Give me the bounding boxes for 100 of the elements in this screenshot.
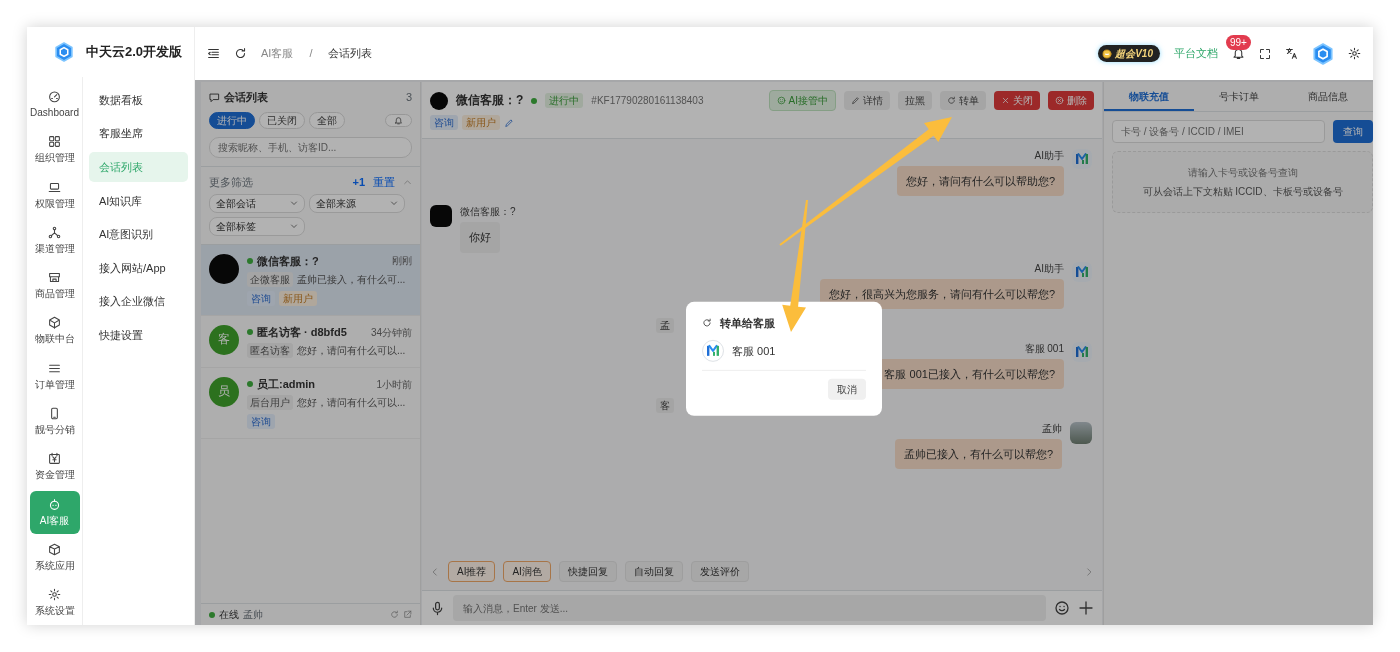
emoji-icon[interactable] (1054, 600, 1070, 616)
microphone-icon[interactable] (430, 600, 445, 616)
rail-item[interactable]: 商品管理 (29, 264, 80, 308)
filter-label: 更多筛选 (209, 175, 253, 190)
sender-name: AI助手 (1034, 149, 1064, 162)
conversation-item[interactable]: 微信客服：? 刚刚 企微客服 孟帅已接入，有什么可... 咨询 新用户 (201, 244, 420, 316)
message-bubble: 您好，请问有什么可以帮助您? (896, 166, 1064, 197)
logo-icon (705, 342, 721, 359)
quick-reply-chip[interactable]: 快捷回复 (558, 561, 617, 582)
chevron-icon (290, 199, 298, 208)
laptop-icon (48, 180, 61, 194)
rail-item[interactable]: 系统设置 (29, 581, 80, 625)
message-input[interactable]: 输入消息，Enter 发送... (453, 595, 1046, 621)
network-icon (48, 225, 61, 239)
quick-reply-chip[interactable]: AI润色 (503, 561, 551, 582)
rail-item[interactable]: 权限管理 (29, 173, 80, 217)
agent-option[interactable]: 客服 001 (702, 329, 866, 371)
toolbar-button[interactable]: 转单 (940, 91, 986, 110)
filter-count: +1 (352, 175, 365, 190)
quick-reply-chip[interactable]: AI推荐 (448, 561, 496, 582)
sender-name: 孟帅 (1042, 422, 1062, 436)
avatar: 客 (209, 324, 239, 355)
photo-placeholder (1070, 422, 1092, 445)
timestamp: 1小时前 (376, 377, 412, 391)
message-bubble: 孟帅已接入，有什么可以帮您? (894, 439, 1062, 470)
toolbar-button[interactable]: 关闭 (994, 91, 1040, 110)
tab[interactable]: 商品信息 (1283, 82, 1373, 111)
bell-icon (394, 116, 403, 126)
submenu-item[interactable]: 数据看板 (89, 85, 188, 115)
phone-icon (48, 407, 61, 421)
menu-icon[interactable] (207, 47, 220, 60)
search-field[interactable]: 搜索昵称、手机、访客ID... (209, 137, 412, 159)
plus-icon[interactable] (1078, 600, 1094, 616)
close-icon (1055, 96, 1064, 105)
store-icon (48, 271, 61, 285)
tab[interactable]: 号卡订单 (1193, 82, 1284, 111)
rail-item[interactable]: 系统应用 (29, 535, 80, 579)
chevron-icon (290, 222, 298, 231)
notification-count: 99+ (1226, 35, 1251, 50)
tag: 咨询 (430, 115, 458, 130)
submenu-item[interactable]: 快捷设置 (89, 320, 188, 351)
logo-icon[interactable] (1312, 42, 1334, 65)
conversation-item[interactable]: 员 员工:admin 1小时前 后台用户 您好，请问有什么可以... 咨询 (201, 368, 420, 440)
conversation-item[interactable]: 客 匿名访客 · d8bfd5 34分钟前 匿名访客 您好，请问有什么可以... (201, 315, 420, 369)
submenu-item[interactable]: AI知识库 (89, 185, 188, 216)
rail-item[interactable]: Dashboard (29, 83, 80, 126)
fullscreen-icon[interactable] (1259, 47, 1271, 60)
logo-icon (54, 42, 74, 62)
select-field[interactable]: 全部来源 (309, 193, 405, 213)
toolbar-button[interactable]: 删除 (1048, 91, 1094, 110)
avatar: 员 (209, 377, 239, 408)
cancel-button[interactable]: 取消 (828, 378, 866, 400)
panel-title: 会话列表 (224, 90, 268, 105)
quick-reply-chip[interactable]: 发送评价 (690, 561, 749, 582)
pencil-icon[interactable] (504, 117, 514, 128)
rail-item[interactable]: 物联中台 (29, 309, 80, 353)
rail-item[interactable]: 资金管理 (29, 445, 80, 489)
notification-button[interactable] (385, 114, 412, 128)
rail-item[interactable]: 渠道管理 (29, 218, 80, 262)
select-field[interactable]: 全部标签 (209, 216, 305, 236)
dialog-title: 转单给客服 (720, 315, 775, 330)
timestamp: 刚刚 (392, 254, 412, 268)
system-notice: 客 (656, 398, 674, 414)
message-preview: 孟帅已接入，有什么可... (297, 272, 406, 286)
system-notice: 孟 (656, 317, 674, 333)
search-button[interactable]: 查询 (1333, 120, 1373, 143)
toolbar-button[interactable]: 详情 (844, 91, 890, 110)
avatar-image (209, 253, 239, 284)
submenu-item[interactable]: 客服坐席 (89, 118, 188, 149)
select-field[interactable]: 全部会话 (209, 193, 305, 213)
message-preview: 您好，请问有什么可以... (297, 396, 406, 410)
filter-tab[interactable]: 全部 (309, 112, 345, 130)
source-label: 企微客服 (247, 271, 293, 287)
message-bubble: 你好 (460, 222, 500, 253)
filter-tab[interactable]: 已关闭 (259, 112, 305, 130)
box-icon (48, 542, 61, 556)
quick-reply-chip[interactable]: 自动回复 (624, 561, 683, 582)
tag: 咨询 (247, 290, 275, 306)
tag: 咨询 (247, 414, 275, 430)
external-link-icon[interactable] (403, 610, 412, 619)
tab[interactable]: 物联充值 (1104, 82, 1194, 111)
translate-icon[interactable] (1285, 47, 1298, 60)
rail-item[interactable]: 靓号分销 (29, 400, 80, 444)
contact-name: 微信客服：? (257, 253, 319, 268)
submenu-item[interactable]: AI意图识别 (89, 219, 188, 250)
submenu-item[interactable]: 接入网站/App (89, 252, 188, 283)
filter-tab[interactable]: 进行中 (209, 112, 255, 130)
refresh-icon[interactable] (234, 47, 247, 60)
chat-title: 微信客服：? (456, 92, 524, 109)
submenu-item[interactable]: 接入企业微信 (89, 286, 188, 317)
agent-name: 客服 001 (732, 343, 776, 358)
close-icon (1001, 96, 1010, 105)
rail-item[interactable]: 组织管理 (29, 128, 80, 172)
rail-item[interactable]: 订单管理 (29, 354, 80, 398)
breadcrumb-item[interactable]: AI客服 (261, 46, 294, 61)
chat-icon (209, 91, 220, 103)
toolbar-button[interactable]: 拉黑 (898, 91, 932, 110)
search-field[interactable]: 卡号 / 设备号 / ICCID / IMEI (1112, 120, 1325, 143)
reset-link[interactable]: 重置 (373, 175, 395, 190)
bell-icon[interactable] (1232, 47, 1245, 60)
